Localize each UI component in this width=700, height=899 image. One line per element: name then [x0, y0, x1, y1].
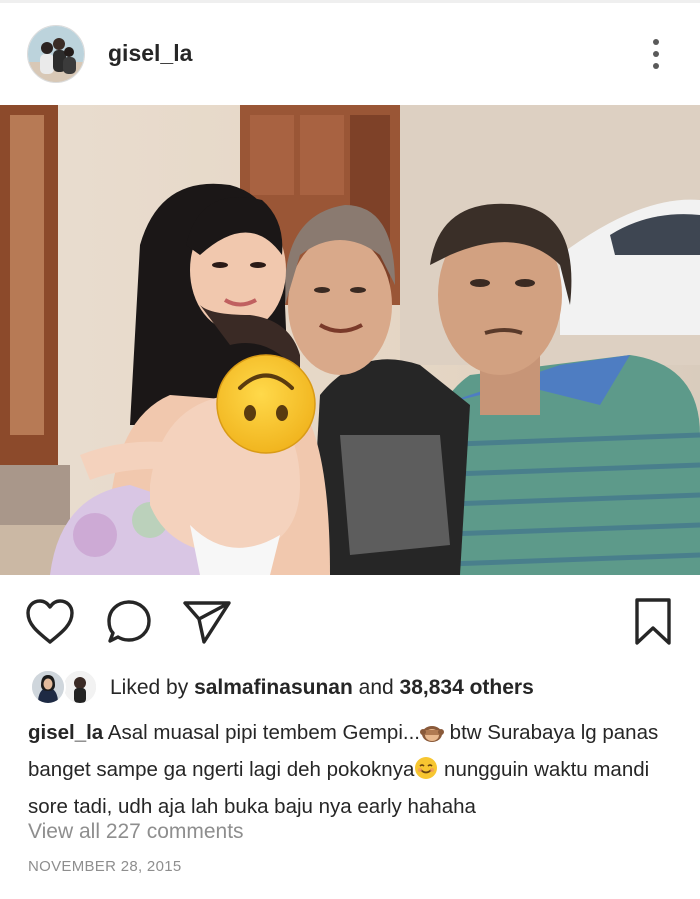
view-all-comments-link[interactable]: View all 227 comments — [28, 820, 244, 844]
action-bar — [0, 585, 700, 655]
liker-avatars[interactable] — [30, 669, 100, 705]
likes-conjunction: and — [358, 676, 394, 699]
post-header: gisel_la — [0, 3, 700, 105]
upside-down-face-emoji — [216, 354, 316, 454]
heart-icon[interactable] — [23, 595, 77, 649]
more-options-icon[interactable] — [638, 34, 674, 74]
likes-row: Liked by salmafinasunan and 38,834 other… — [0, 667, 700, 707]
profile-avatar[interactable] — [27, 25, 85, 83]
caption-username[interactable]: gisel_la — [28, 721, 103, 744]
liker-username[interactable]: salmafinasunan — [194, 676, 353, 699]
caption: gisel_la Asal muasal pipi tembem Gempi..… — [28, 716, 678, 823]
liker-avatar-1 — [30, 669, 66, 705]
post-username[interactable]: gisel_la — [108, 40, 192, 67]
post-photo[interactable] — [0, 105, 700, 575]
likes-count[interactable]: 38,834 others — [400, 676, 534, 699]
likes-prefix: Liked by — [110, 676, 189, 699]
liker-avatar-2 — [62, 669, 98, 705]
smiling-face-emoji — [414, 756, 438, 790]
send-icon[interactable] — [180, 595, 234, 649]
bookmark-icon[interactable] — [626, 595, 680, 649]
comment-icon[interactable] — [102, 595, 156, 649]
likes-text: Liked by salmafinasunan and 38,834 other… — [110, 676, 534, 700]
see-no-evil-monkey-emoji — [419, 720, 444, 753]
caption-text-1: Asal muasal pipi tembem Gempi... — [107, 721, 420, 744]
post-date: NOVEMBER 28, 2015 — [28, 858, 182, 875]
